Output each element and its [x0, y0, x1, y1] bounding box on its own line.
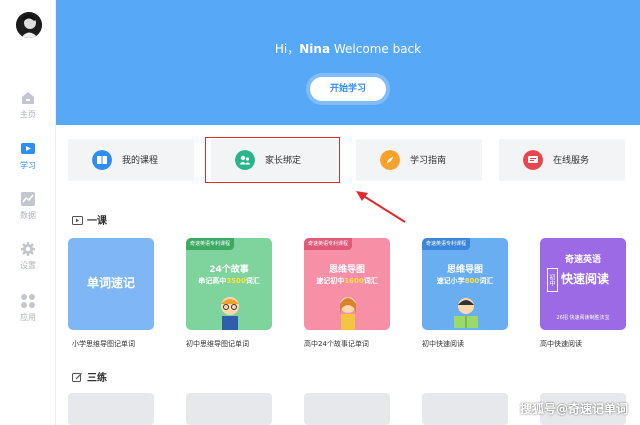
book-subtitle-text: 速记小学	[436, 277, 465, 285]
book-label[interactable]: 初中快速阅读	[422, 339, 464, 349]
sidebar-item-settings[interactable]: 设置	[0, 241, 56, 281]
book-subtitle-highlight: 1600	[344, 277, 364, 285]
sidebar-item-label: 学习	[20, 161, 36, 170]
book-label[interactable]: 高中24个故事记单词	[304, 339, 369, 349]
sidebar-item-label: 设置	[20, 261, 36, 270]
sidebar: 主页 学习 数据 设置 应用	[0, 0, 56, 425]
card-label: 学习指南	[410, 156, 447, 166]
hero-banner: Hi，Nina Welcome back 开始学习	[56, 0, 640, 125]
greeting: Hi，Nina Welcome back	[56, 40, 640, 57]
book-side-badge: 初中	[547, 268, 558, 292]
book-subtitle-text: 词汇	[363, 277, 378, 285]
sidebar-item-label: 数据	[20, 211, 36, 220]
book-subtitle-highlight: 3500	[226, 277, 246, 285]
watermark: 搜狐号@奇速记单词	[519, 402, 628, 416]
book-title: 奇速英语	[564, 255, 601, 265]
course-book-3[interactable]: 奇速英语专利课程 思维导图 速记初中1600词汇	[304, 238, 390, 330]
sidebar-item-apps[interactable]: 应用	[0, 293, 56, 333]
video-icon	[72, 216, 83, 225]
chat-icon	[523, 150, 543, 170]
compass-icon	[380, 150, 400, 170]
online-service-card[interactable]: 在线服务	[499, 139, 625, 181]
apps-icon	[21, 294, 35, 308]
book-title: 单词速记	[86, 276, 135, 290]
section-title-practice: 三练	[72, 369, 107, 384]
sidebar-item-label: 应用	[20, 313, 36, 322]
gear-icon	[21, 242, 35, 256]
practice-card[interactable]	[422, 393, 508, 425]
card-label: 我的课程	[122, 156, 159, 166]
sidebar-item-label: 主页	[20, 110, 36, 119]
sidebar-item-data[interactable]: 数据	[0, 191, 56, 231]
cartoon-girl-illustration	[340, 297, 356, 330]
book-label[interactable]: 小学思维导图记单词	[72, 339, 135, 349]
user-name: Nina	[299, 42, 331, 56]
highlight-box	[205, 137, 340, 183]
book-subtitle-text: 串记高中	[198, 277, 227, 285]
cartoon-boy-illustration	[221, 297, 239, 330]
book-footer: 26招 快速阅读制胜法宝	[556, 315, 610, 321]
book-tag: 奇速英语专利课程	[304, 238, 353, 250]
annotation-arrow	[356, 191, 406, 223]
book-title: 24个故事	[209, 265, 249, 275]
book-subtitle-text: 速记初中	[316, 277, 345, 285]
greeting-suffix: Welcome back	[333, 42, 422, 56]
book-subtitle: 串记高中3500词汇	[186, 276, 272, 286]
course-book-2[interactable]: 奇速英语专利课程 24个故事 串记高中3500词汇	[186, 238, 272, 330]
book-tag: 奇速英语专利课程	[422, 238, 471, 250]
section-title-text: 三练	[87, 373, 107, 384]
practice-card[interactable]	[304, 393, 390, 425]
app-root: 主页 学习 数据 设置 应用 Hi，Nina Welcome back 开始学习…	[0, 0, 640, 425]
course-book-4[interactable]: 奇速英语专利课程 思维导图 速记小学800词汇	[422, 238, 508, 330]
book-subtitle-text: 词汇	[479, 277, 494, 285]
greeting-prefix: Hi，	[274, 42, 300, 56]
section-title-text: 一课	[87, 216, 107, 227]
avatar[interactable]	[16, 12, 42, 38]
book-subtitle-highlight: 800	[464, 277, 480, 285]
play-icon	[21, 143, 35, 154]
book-label[interactable]: 初中思维导图记单词	[186, 339, 249, 349]
sidebar-item-study[interactable]: 学习	[0, 141, 56, 181]
book-subtitle: 速记初中1600词汇	[304, 276, 390, 286]
practice-card[interactable]	[68, 393, 154, 425]
my-courses-card[interactable]: 我的课程	[68, 139, 194, 181]
book-title: 思维导图	[446, 265, 483, 275]
book-subtitle: 速记小学800词汇	[422, 276, 508, 286]
cartoon-reader-illustration	[454, 298, 478, 328]
book-icon	[92, 150, 112, 170]
home-icon	[22, 92, 34, 104]
edit-icon	[72, 373, 82, 382]
section-title-lesson: 一课	[72, 212, 107, 227]
book-label[interactable]: 高中快速阅读	[540, 339, 582, 349]
sidebar-item-home[interactable]: 主页	[0, 90, 56, 130]
card-label: 在线服务	[553, 156, 590, 166]
course-book-1[interactable]: 单词速记	[68, 238, 154, 330]
practice-card[interactable]	[186, 393, 272, 425]
book-title: 思维导图	[328, 265, 365, 275]
chart-icon	[21, 192, 35, 206]
book-tag: 奇速英语专利课程	[186, 238, 235, 250]
study-guide-card[interactable]: 学习指南	[356, 139, 482, 181]
book-subtitle-text: 词汇	[245, 277, 260, 285]
book-subtitle: 快速阅读	[561, 272, 610, 286]
start-learning-button[interactable]: 开始学习	[310, 77, 386, 101]
course-book-5[interactable]: 奇速英语 初中 快速阅读 26招 快速阅读制胜法宝	[540, 238, 626, 330]
